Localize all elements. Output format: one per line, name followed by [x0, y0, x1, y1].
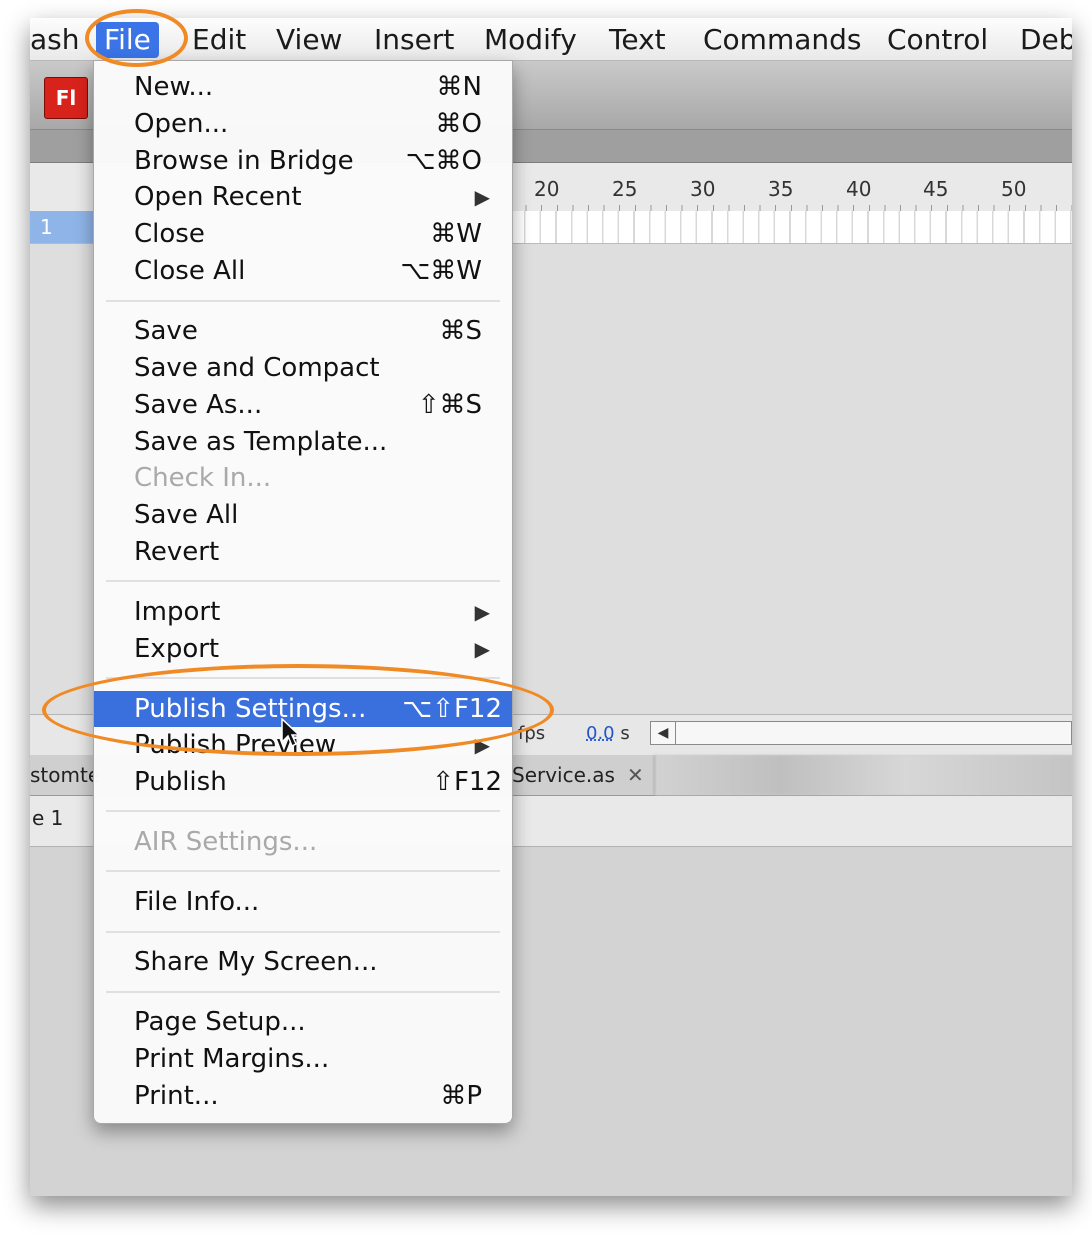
submenu-arrow-icon: ▶ [474, 637, 490, 661]
menu-item-shortcut: ⌘N [436, 72, 482, 102]
layer-name[interactable]: 1 [30, 211, 94, 243]
flash-logo-icon: Fl [44, 77, 88, 119]
menu-item-save-as[interactable]: Save As... ⇧⌘S [94, 387, 512, 423]
menu-item-label: Publish [134, 767, 227, 797]
ruler-label: 45 [923, 177, 949, 201]
menu-item-save[interactable]: Save ⌘S [94, 313, 512, 349]
menu-item-label: Open... [134, 109, 229, 139]
menu-item-share-my-screen[interactable]: Share My Screen... [94, 944, 512, 980]
menu-item-shortcut: ⌘P [440, 1081, 482, 1111]
elapsed-time: 0.0 s [586, 723, 630, 744]
tab-label: Service.as [512, 763, 615, 787]
menu-item-print-margins[interactable]: Print Margins... [94, 1041, 512, 1077]
menu-item-label: Save and Compact [134, 353, 380, 383]
menu-separator [106, 810, 500, 812]
menu-item-browse-in-bridge[interactable]: Browse in Bridge ⌥⌘O [94, 143, 512, 179]
menu-item-label: Close [134, 219, 205, 249]
menu-item-page-setup[interactable]: Page Setup... [94, 1004, 512, 1040]
menu-item-revert[interactable]: Revert [94, 534, 512, 570]
submenu-arrow-icon: ▶ [474, 600, 490, 624]
menu-item-label: Save As... [134, 390, 263, 420]
menu-item-open[interactable]: Open... ⌘O [94, 106, 512, 142]
ruler-label: 25 [612, 177, 638, 201]
menu-item-label: AIR Settings... [134, 827, 318, 857]
menu-item-label: New... [134, 72, 214, 102]
menu-separator [106, 580, 500, 582]
menu-item-save-and-compact[interactable]: Save and Compact [94, 350, 512, 386]
menu-item-label: Save All [134, 500, 239, 530]
ruler-label: 50 [1001, 177, 1027, 201]
menu-item-shortcut: ⌘S [439, 316, 482, 346]
menu-control[interactable]: Control [887, 22, 988, 58]
menu-view[interactable]: View [276, 22, 342, 58]
timeline-scrollbar[interactable]: ◀ [650, 721, 1072, 745]
menu-item-label: Page Setup... [134, 1007, 306, 1037]
menu-flash[interactable]: ash [30, 22, 80, 58]
ruler-label: 35 [768, 177, 794, 201]
close-icon[interactable]: ✕ [627, 763, 644, 787]
menu-item-export[interactable]: Export ▶ [94, 631, 512, 667]
menu-item-label: Import [134, 597, 221, 627]
menu-modify[interactable]: Modify [484, 22, 577, 58]
file-menu-highlight-ring [85, 9, 188, 67]
menu-item-label: Print... [134, 1081, 219, 1111]
menu-item-label: Browse in Bridge [134, 146, 354, 176]
menu-item-label: Save as Template... [134, 427, 388, 457]
menu-item-shortcut: ⌥⌘W [400, 256, 482, 286]
menu-item-publish[interactable]: Publish ⇧F12 [94, 764, 512, 800]
ruler-label: 20 [534, 177, 560, 201]
menu-insert[interactable]: Insert [374, 22, 454, 58]
menu-item-close[interactable]: Close ⌘W [94, 216, 512, 252]
tab-service-as[interactable]: Service.as ✕ [512, 755, 644, 795]
menu-debug[interactable]: Deb [1020, 22, 1072, 58]
file-menu-dropdown: New... ⌘N Open... ⌘O Browse in Bridge ⌥⌘O O… [93, 60, 513, 1124]
menu-item-label: Check In... [134, 463, 272, 493]
menu-item-print[interactable]: Print... ⌘P [94, 1078, 512, 1114]
menu-item-save-all[interactable]: Save All [94, 497, 512, 533]
menu-text[interactable]: Text [609, 22, 666, 58]
menu-item-label: Open Recent [134, 182, 302, 212]
menu-item-label: Save [134, 316, 198, 346]
menu-commands[interactable]: Commands [703, 22, 862, 58]
menu-item-shortcut: ⌘O [435, 109, 482, 139]
scene-label[interactable]: e 1 [32, 806, 63, 830]
menu-item-label: Print Margins... [134, 1044, 330, 1074]
menu-item-label: Close All [134, 256, 246, 286]
mouse-cursor-icon [281, 718, 300, 748]
menu-separator [106, 991, 500, 993]
menu-separator [106, 870, 500, 872]
menu-separator [106, 931, 500, 933]
menu-item-shortcut: ⌘W [430, 219, 482, 249]
menu-item-air-settings: AIR Settings... [94, 824, 512, 860]
elapsed-time-unit: s [620, 723, 630, 744]
menu-item-new[interactable]: New... ⌘N [94, 69, 512, 105]
submenu-arrow-icon: ▶ [474, 185, 490, 209]
menu-item-label: Revert [134, 537, 220, 567]
menu-item-label: Export [134, 634, 220, 664]
menu-item-shortcut: ⇧F12 [432, 767, 502, 797]
menu-item-close-all[interactable]: Close All ⌥⌘W [94, 253, 512, 289]
menu-item-import[interactable]: Import ▶ [94, 594, 512, 630]
menu-item-file-info[interactable]: File Info... [94, 884, 512, 920]
menu-item-check-in: Check In... [94, 460, 512, 496]
timeline-frames[interactable] [510, 211, 1072, 243]
menu-item-shortcut: ⌥⌘O [405, 146, 482, 176]
menu-item-open-recent[interactable]: Open Recent ▶ [94, 179, 512, 215]
menu-edit[interactable]: Edit [192, 22, 246, 58]
menu-item-shortcut: ⇧⌘S [417, 390, 482, 420]
ruler-label: 30 [690, 177, 716, 201]
tab-document[interactable]: stomte [30, 755, 100, 795]
menu-separator [106, 300, 500, 302]
ruler-label: 40 [846, 177, 872, 201]
scroll-left-icon[interactable]: ◀ [651, 722, 676, 744]
menu-item-label: File Info... [134, 887, 260, 917]
tab-blurred[interactable] [654, 755, 1072, 795]
menu-item-save-as-template[interactable]: Save as Template... [94, 424, 512, 460]
menu-item-label: Share My Screen... [134, 947, 378, 977]
elapsed-time-value[interactable]: 0.0 [586, 723, 615, 744]
